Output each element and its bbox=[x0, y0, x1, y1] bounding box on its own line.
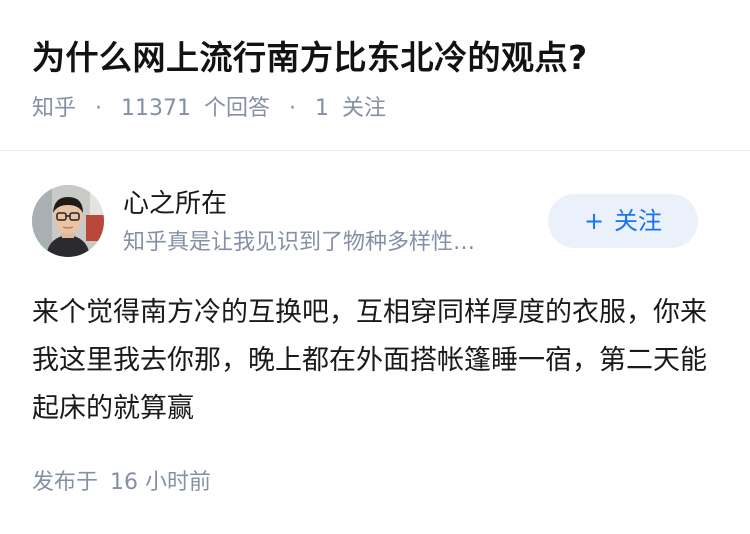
meta-separator: · bbox=[95, 96, 103, 121]
answer-count-unit: 个回答 bbox=[204, 96, 271, 121]
question-title[interactable]: 为什么网上流行南方比东北冷的观点? bbox=[32, 34, 588, 82]
user-avatar-photo-icon bbox=[32, 185, 104, 257]
question-header: 为什么网上流行南方比东北冷的观点? 知乎 · 11371 个回答 · 1 关注 bbox=[0, 0, 750, 150]
question-meta: 知乎 · 11371 个回答 · 1 关注 bbox=[32, 93, 386, 125]
author-bio: 知乎真是让我见识到了物种多样性… bbox=[123, 230, 476, 255]
source-label: 知乎 bbox=[32, 96, 77, 121]
author-avatar[interactable] bbox=[32, 185, 104, 257]
plus-icon: + bbox=[583, 207, 605, 235]
published-time: 16 小时前 bbox=[110, 470, 212, 495]
meta-separator: · bbox=[289, 96, 297, 121]
follow-count: 1 bbox=[315, 96, 330, 121]
author-name[interactable]: 心之所在 bbox=[123, 187, 227, 221]
follow-button[interactable]: + 关注 bbox=[548, 194, 698, 248]
published-label: 发布于 bbox=[32, 470, 99, 495]
answer-content[interactable]: 来个觉得南方冷的互换吧，互相穿同样厚度的衣服，你来我这里我去你那，晚上都在外面搭… bbox=[32, 289, 712, 433]
follow-button-label: 关注 bbox=[614, 207, 663, 235]
answer-timestamp: 发布于 16 小时前 bbox=[32, 467, 211, 499]
answer-count: 11371 bbox=[121, 96, 192, 121]
answer-card: 心之所在 知乎真是让我见识到了物种多样性… + 关注 来个觉得南方冷的互换吧，互相… bbox=[0, 151, 750, 534]
follow-count-unit: 关注 bbox=[342, 96, 387, 121]
